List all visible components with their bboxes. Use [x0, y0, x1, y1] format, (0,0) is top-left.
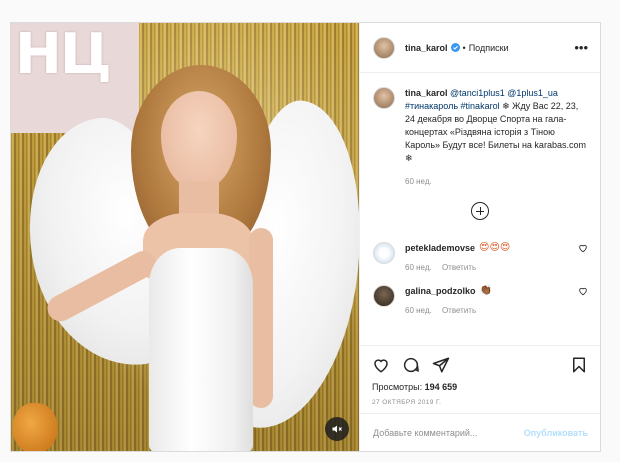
white-dress	[149, 248, 253, 451]
post-header: tina_karol • Подписки •••	[360, 23, 600, 73]
hashtag-link[interactable]: #тинакароль	[405, 101, 458, 111]
comment-input[interactable]	[373, 427, 524, 438]
post-caption: tina_karol @tanci1plus1 @1plus1_ua #тина…	[360, 73, 600, 188]
hashtag-link[interactable]: #tinakarol	[461, 101, 500, 111]
post-side-panel: tina_karol • Подписки ••• tina_karol @ta…	[359, 23, 600, 451]
mention-link[interactable]: @tanci1plus1	[450, 88, 505, 98]
person-face	[161, 91, 237, 189]
separator: •	[462, 42, 466, 53]
share-icon[interactable]	[432, 356, 450, 374]
publish-button[interactable]: Опубликовать	[524, 428, 588, 438]
comment-text: 👏🏾	[479, 285, 492, 296]
mention-link[interactable]: @1plus1_ua	[507, 88, 558, 98]
comment: peteklademovse 😍😍😍 60 нед. Ответить	[360, 242, 600, 272]
post-date: 27 ОКТЯБРЯ 2019 Г.	[372, 399, 442, 406]
caption-username[interactable]: tina_karol	[405, 88, 448, 98]
background-sign: НЦ	[11, 23, 139, 133]
add-icon[interactable]	[471, 202, 489, 220]
comment-time: 60 нед.	[405, 263, 432, 272]
comment-icon[interactable]	[402, 356, 420, 374]
reply-button[interactable]: Ответить	[442, 263, 476, 272]
heart-icon[interactable]	[578, 243, 588, 253]
comment-time: 60 нед.	[405, 306, 432, 315]
pumpkin	[13, 403, 57, 451]
add-comment-bar: Опубликовать	[360, 413, 600, 451]
save-icon[interactable]	[570, 356, 588, 374]
avatar[interactable]	[373, 242, 395, 264]
caption-time: 60 нед.	[405, 177, 432, 186]
verified-icon	[450, 43, 460, 52]
mute-icon[interactable]	[325, 417, 349, 441]
avatar[interactable]	[373, 285, 395, 307]
comment-username[interactable]: galina_podzolko	[405, 286, 476, 296]
following-button[interactable]: Подписки	[469, 43, 509, 53]
avatar[interactable]	[373, 36, 395, 59]
heart-icon[interactable]	[578, 286, 588, 296]
avatar[interactable]	[373, 87, 395, 109]
heart-icon[interactable]	[372, 356, 390, 374]
reply-button[interactable]: Ответить	[442, 306, 476, 315]
post-actions: Просмотры: 194 659 27 ОКТЯБРЯ 2019 Г.	[360, 345, 600, 406]
comment: galina_podzolko 👏🏾 60 нед. Ответить	[360, 285, 600, 315]
more-icon[interactable]: •••	[574, 41, 588, 54]
post-video[interactable]: НЦ	[11, 23, 359, 451]
comment-username[interactable]: peteklademovse	[405, 243, 475, 253]
snowflake-icon: ❄	[502, 101, 510, 111]
instagram-post: НЦ tina_karol • Подписки ••• tina_karol	[10, 22, 601, 452]
header-username[interactable]: tina_karol	[405, 43, 448, 53]
snowflake-icon: ❄	[405, 153, 413, 163]
views-count: Просмотры: 194 659	[372, 382, 458, 392]
comment-text: 😍😍😍	[479, 242, 511, 253]
